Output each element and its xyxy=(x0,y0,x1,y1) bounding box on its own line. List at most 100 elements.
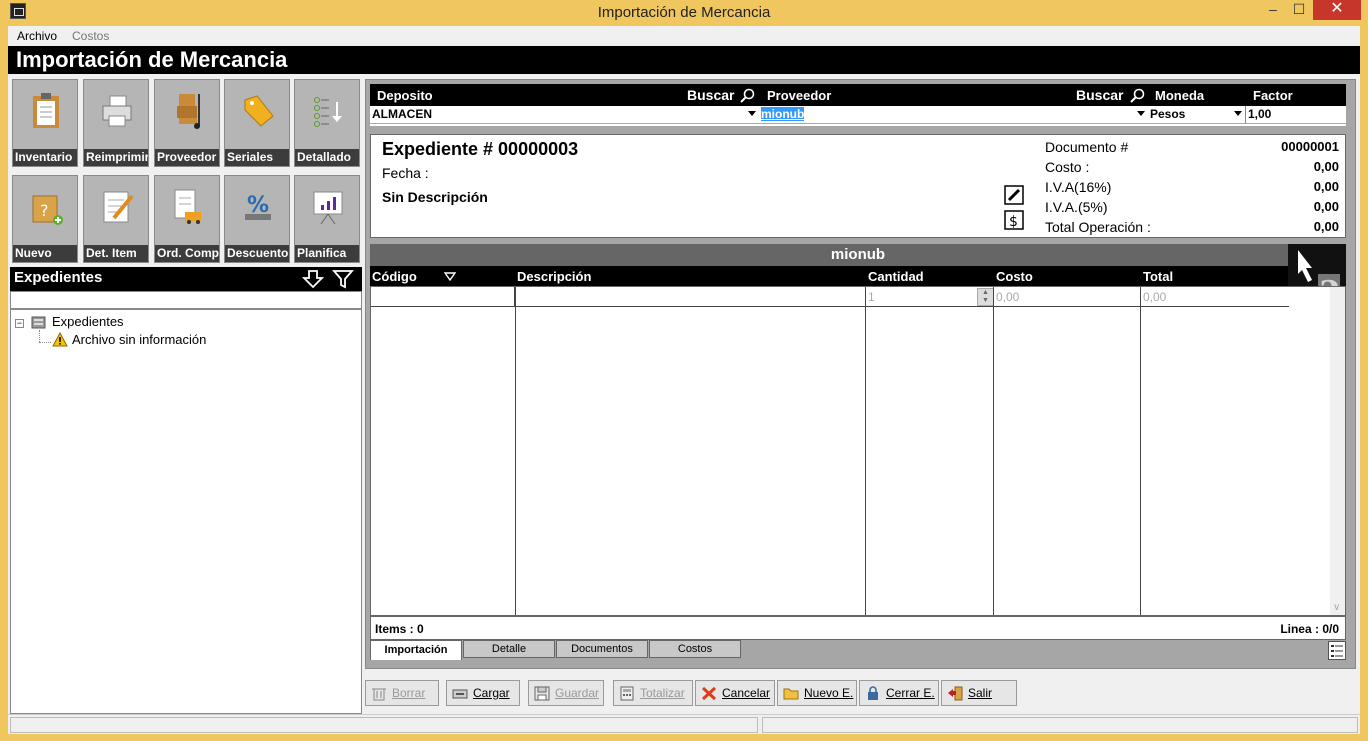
document-truck-icon xyxy=(174,189,201,224)
moneda-select[interactable]: Pesos xyxy=(1148,106,1245,124)
tab-strip: Importación Detalle Documentos Costos xyxy=(370,640,1346,662)
window-title: Importación de Mercancia xyxy=(597,4,771,21)
totalizar-label: Totalizar xyxy=(640,686,685,700)
expedientes-tree[interactable]: − Expedientes Archivo sin información xyxy=(10,309,362,714)
fecha-label: Fecha : xyxy=(382,165,429,181)
chevron-down-icon[interactable] xyxy=(1234,111,1242,116)
inventario-button[interactable]: Inventario xyxy=(12,79,78,167)
detallado-button[interactable]: Detallado xyxy=(294,79,360,167)
menu-archivo[interactable]: Archivo xyxy=(17,29,57,43)
totalizar-button[interactable]: Totalizar xyxy=(613,680,693,706)
planifica-button[interactable]: Planifica xyxy=(294,175,360,263)
search-icon[interactable] xyxy=(1129,88,1145,103)
tree-item-expedientes[interactable]: Expedientes xyxy=(52,314,124,329)
cancel-icon xyxy=(701,686,717,701)
chevron-down-icon[interactable] xyxy=(748,111,756,116)
factor-input[interactable]: 1,00 xyxy=(1245,106,1346,124)
cerrar-e-button[interactable]: Cerrar E. xyxy=(859,680,939,706)
cargar-label: Cargar xyxy=(473,686,510,700)
folder-icon xyxy=(783,688,799,700)
total-cell[interactable]: 0,00 xyxy=(1143,290,1166,304)
tab-detalle[interactable]: Detalle xyxy=(463,640,555,658)
close-button[interactable]: ✕ xyxy=(1313,0,1361,20)
warning-icon xyxy=(52,332,68,347)
tab-documentos[interactable]: Documentos xyxy=(556,640,648,658)
inventario-label: Inventario xyxy=(13,149,77,166)
col-descripcion[interactable]: Descripción xyxy=(517,269,591,284)
col-codigo[interactable]: Código xyxy=(372,269,417,284)
nuevo-button[interactable]: ? Nuevo xyxy=(12,175,78,263)
client-area: Archivo Costos Importación de Mercancia … xyxy=(8,26,1360,734)
seriales-button[interactable]: Seriales xyxy=(224,79,290,167)
tab-costos[interactable]: Costos xyxy=(649,640,741,658)
filter-icon[interactable] xyxy=(332,269,354,289)
total-operacion-label: Total Operación : xyxy=(1045,219,1151,235)
dollar-icon[interactable]: $ xyxy=(1004,210,1024,230)
reimprimir-label: Reimprimir xyxy=(84,149,148,166)
expedientes-title: Expedientes xyxy=(14,269,103,286)
sort-down-icon[interactable] xyxy=(444,272,456,281)
descuento-label: Descuento xyxy=(225,245,289,262)
detail-grid[interactable]: 1 ▲ ▼ 0,00 0,00 ∨ xyxy=(370,286,1346,616)
costo-value: 0,00 xyxy=(1313,159,1339,174)
buscar-deposito-label[interactable]: Buscar xyxy=(687,87,734,103)
expedientes-search-input[interactable] xyxy=(10,291,362,309)
reimprimir-button[interactable]: Reimprimir xyxy=(83,79,149,167)
iva16-value: 0,00 xyxy=(1313,179,1339,194)
svg-text:?: ? xyxy=(40,201,49,220)
col-costo[interactable]: Costo xyxy=(996,269,1033,284)
vertical-scrollbar[interactable]: ∨ xyxy=(1330,287,1345,615)
menu-costos[interactable]: Costos xyxy=(72,29,109,43)
nuevo-label: Nuevo xyxy=(13,245,77,262)
menu-bar: Archivo Costos xyxy=(8,26,1360,46)
costo-cell[interactable]: 0,00 xyxy=(996,290,1019,304)
seriales-label: Seriales xyxy=(225,149,289,166)
tree-item-archivo[interactable]: Archivo sin información xyxy=(72,332,206,347)
edit-icon[interactable] xyxy=(1004,185,1024,205)
col-cantidad[interactable]: Cantidad xyxy=(868,269,924,284)
table-row[interactable]: 1 ▲ ▼ 0,00 0,00 xyxy=(371,287,1289,307)
chevron-down-icon[interactable]: ∨ xyxy=(1333,602,1340,613)
exit-door-icon xyxy=(948,686,963,701)
proveedor-button[interactable]: Proveedor xyxy=(154,79,220,167)
nuevo-e-button[interactable]: Nuevo E. xyxy=(777,680,857,706)
cancelar-label: Cancelar xyxy=(722,686,771,700)
collapse-toggle[interactable]: − xyxy=(15,319,24,328)
cantidad-cell[interactable]: 1 xyxy=(868,290,875,304)
search-icon[interactable] xyxy=(739,88,755,103)
tab-importacion[interactable]: Importación xyxy=(370,640,462,660)
nuevo-e-label: Nuevo E. xyxy=(804,686,854,700)
proveedor-select[interactable]: mionub xyxy=(759,106,1148,124)
col-divider xyxy=(1140,287,1141,615)
list-icon xyxy=(314,97,342,127)
documento-label: Documento # xyxy=(1045,139,1129,155)
descripcion-input[interactable] xyxy=(516,287,866,306)
list-view-icon[interactable] xyxy=(1328,641,1346,660)
proveedor-value: mionub xyxy=(761,107,805,121)
descuento-button[interactable]: % Descuento xyxy=(224,175,290,263)
deposito-select[interactable]: ALMACEN xyxy=(370,106,759,124)
cancelar-button[interactable]: Cancelar xyxy=(695,680,775,706)
codigo-input[interactable] xyxy=(371,287,515,306)
arrow-down-icon[interactable] xyxy=(302,269,324,289)
linea-indicator: Linea : 0/0 xyxy=(1280,622,1339,636)
minimize-button[interactable]: – xyxy=(1258,0,1288,20)
maximize-button[interactable]: ☐ xyxy=(1285,0,1313,20)
ord-comp-label: Ord. Comp. xyxy=(155,245,219,262)
col-divider xyxy=(515,287,516,615)
buscar-proveedor-label[interactable]: Buscar xyxy=(1076,87,1123,103)
factor-value: 1,00 xyxy=(1248,107,1272,121)
hand-truck-icon xyxy=(177,94,200,129)
guardar-button[interactable]: Guardar xyxy=(528,680,604,706)
quantity-stepper[interactable]: ▲ ▼ xyxy=(977,288,994,306)
cargar-button[interactable]: Cargar xyxy=(446,680,520,706)
chevron-down-icon[interactable] xyxy=(1137,111,1145,116)
deposito-value: ALMACEN xyxy=(372,107,432,121)
borrar-button[interactable]: Borrar xyxy=(365,680,439,706)
salir-button[interactable]: Salir xyxy=(941,680,1017,706)
col-divider xyxy=(865,287,866,615)
det-item-button[interactable]: Det. Item xyxy=(83,175,149,263)
col-total[interactable]: Total xyxy=(1143,269,1173,284)
header-labels: Deposito Buscar Proveedor Buscar Moneda … xyxy=(370,84,1346,106)
ord-comp-button[interactable]: Ord. Comp. xyxy=(154,175,220,263)
